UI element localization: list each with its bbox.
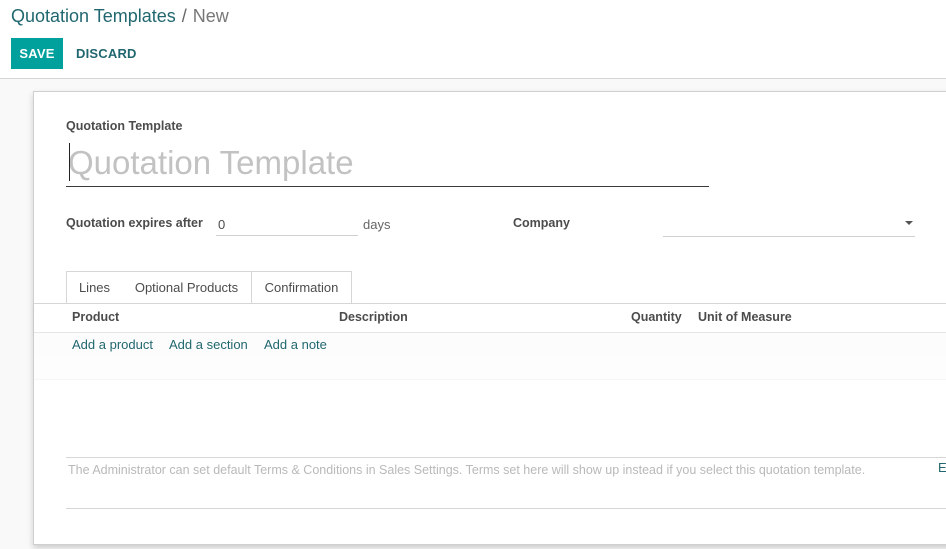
expires-unit-label: days <box>363 217 391 232</box>
add-section-link[interactable]: Add a section <box>169 337 248 352</box>
text-cursor <box>69 143 70 181</box>
tab-confirmation[interactable]: Confirmation <box>251 271 352 303</box>
empty-table-row <box>34 357 946 380</box>
breadcrumb-separator: / <box>181 6 187 26</box>
breadcrumb-parent-link[interactable]: Quotation Templates <box>11 6 176 26</box>
column-product[interactable]: Product <box>72 310 119 324</box>
add-product-link[interactable]: Add a product <box>72 337 153 352</box>
tab-lines[interactable]: Lines <box>66 271 123 304</box>
form-content-area: Quotation Template Quotation expires aft… <box>0 79 946 549</box>
form-sheet: Quotation Template Quotation expires aft… <box>33 91 946 545</box>
template-name-input[interactable] <box>66 139 709 187</box>
column-quantity[interactable]: Quantity <box>631 310 682 324</box>
terms-conditions-field[interactable]: The Administrator can set default Terms … <box>66 457 946 509</box>
breadcrumb: Quotation Templates / New <box>11 5 229 27</box>
column-unit-of-measure[interactable]: Unit of Measure <box>698 310 792 324</box>
control-panel: Quotation Templates / New SAVE DISCARD <box>0 0 946 79</box>
add-note-link[interactable]: Add a note <box>264 337 327 352</box>
caret-down-icon[interactable] <box>905 221 913 225</box>
tab-optional-products[interactable]: Optional Products <box>122 271 252 303</box>
breadcrumb-current: New <box>192 6 229 26</box>
edge-link[interactable]: E <box>938 460 946 475</box>
save-button[interactable]: SAVE <box>11 38 63 69</box>
template-name-label: Quotation Template <box>66 119 183 133</box>
company-label: Company <box>513 216 570 230</box>
expires-days-input[interactable] <box>216 213 358 236</box>
lines-table-header: Product Description Quantity Unit of Mea… <box>34 304 946 333</box>
expires-label: Quotation expires after <box>66 216 203 230</box>
column-description[interactable]: Description <box>339 310 408 324</box>
add-line-row: Add a product Add a section Add a note <box>34 333 946 357</box>
company-select[interactable] <box>663 212 915 237</box>
terms-placeholder: The Administrator can set default Terms … <box>68 463 866 477</box>
discard-button[interactable]: DISCARD <box>69 38 144 69</box>
